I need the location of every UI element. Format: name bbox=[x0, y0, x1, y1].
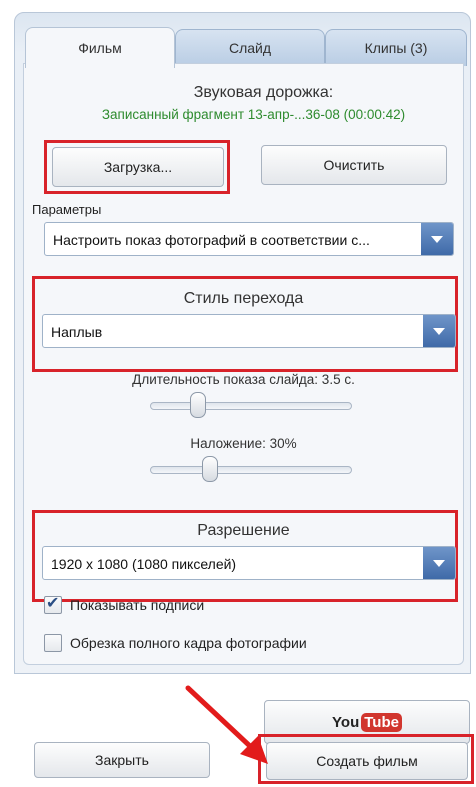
tab-film[interactable]: Фильм bbox=[25, 27, 175, 68]
overlap-thumb[interactable] bbox=[202, 456, 218, 482]
youtube-button[interactable]: You Tube bbox=[264, 700, 470, 744]
params-select[interactable]: Настроить показ фотографий в соответстви… bbox=[44, 222, 454, 256]
clear-button-label: Очистить bbox=[323, 157, 385, 173]
audio-track-title: Звуковая дорожка: bbox=[193, 84, 334, 101]
audio-track-file: Записанный фрагмент 13-апр-...36-08 (00:… bbox=[101, 107, 406, 122]
transition-select[interactable]: Наплыв bbox=[42, 314, 456, 348]
tab-clips[interactable]: Клипы (3) bbox=[325, 29, 467, 66]
youtube-logo: You Tube bbox=[332, 712, 402, 732]
clear-button[interactable]: Очистить bbox=[261, 145, 447, 185]
transition-select-value: Наплыв bbox=[51, 324, 103, 340]
chevron-down-icon bbox=[421, 223, 453, 255]
film-panel: Звуковая дорожка: Записанный фрагмент 13… bbox=[23, 63, 464, 665]
check-icon: ✔ bbox=[46, 595, 60, 612]
slide-duration-thumb[interactable] bbox=[190, 392, 206, 418]
tab-film-label: Фильм bbox=[78, 40, 122, 56]
tab-slide-label: Слайд bbox=[228, 40, 272, 56]
chevron-down-icon bbox=[423, 315, 455, 347]
resolution-title: Разрешение bbox=[197, 522, 290, 539]
youtube-logo-tube: Tube bbox=[361, 712, 402, 732]
params-label: Параметры bbox=[32, 202, 102, 217]
tab-slide[interactable]: Слайд bbox=[175, 29, 325, 66]
params-select-value: Настроить показ фотографий в соответстви… bbox=[53, 232, 370, 248]
close-button-label: Закрыть bbox=[95, 752, 149, 768]
create-movie-button[interactable]: Создать фильм bbox=[266, 742, 468, 780]
load-button-label: Загрузка... bbox=[103, 159, 173, 175]
overlap-track[interactable] bbox=[150, 466, 352, 474]
tab-clips-label: Клипы (3) bbox=[364, 40, 428, 56]
slide-duration-label: Длительность показа слайда: 3.5 с. bbox=[132, 372, 355, 387]
resolution-select[interactable]: 1920 x 1080 (1080 пикселей) bbox=[42, 546, 456, 580]
tab-bar: Фильм Слайд Клипы (3) bbox=[25, 21, 467, 68]
red-arrow-icon bbox=[185, 685, 268, 764]
movie-window: Фильм Слайд Клипы (3) Звуковая дорожка: … bbox=[14, 12, 471, 674]
show-captions-label: Показывать подписи bbox=[70, 597, 205, 613]
transition-title: Стиль перехода bbox=[183, 290, 304, 307]
overlap-label: Наложение: 30% bbox=[190, 436, 297, 451]
youtube-logo-you: You bbox=[332, 713, 360, 731]
crop-full-frame-label: Обрезка полного кадра фотографии bbox=[70, 635, 307, 651]
crop-full-frame-checkbox[interactable] bbox=[44, 634, 62, 652]
resolution-select-value: 1920 x 1080 (1080 пикселей) bbox=[51, 556, 237, 572]
show-captions-checkbox[interactable]: ✔ bbox=[44, 595, 62, 614]
slide-duration-track[interactable] bbox=[150, 402, 352, 410]
load-button[interactable]: Загрузка... bbox=[52, 147, 224, 187]
chevron-down-icon bbox=[423, 547, 455, 579]
create-movie-button-label: Создать фильм bbox=[316, 753, 418, 769]
